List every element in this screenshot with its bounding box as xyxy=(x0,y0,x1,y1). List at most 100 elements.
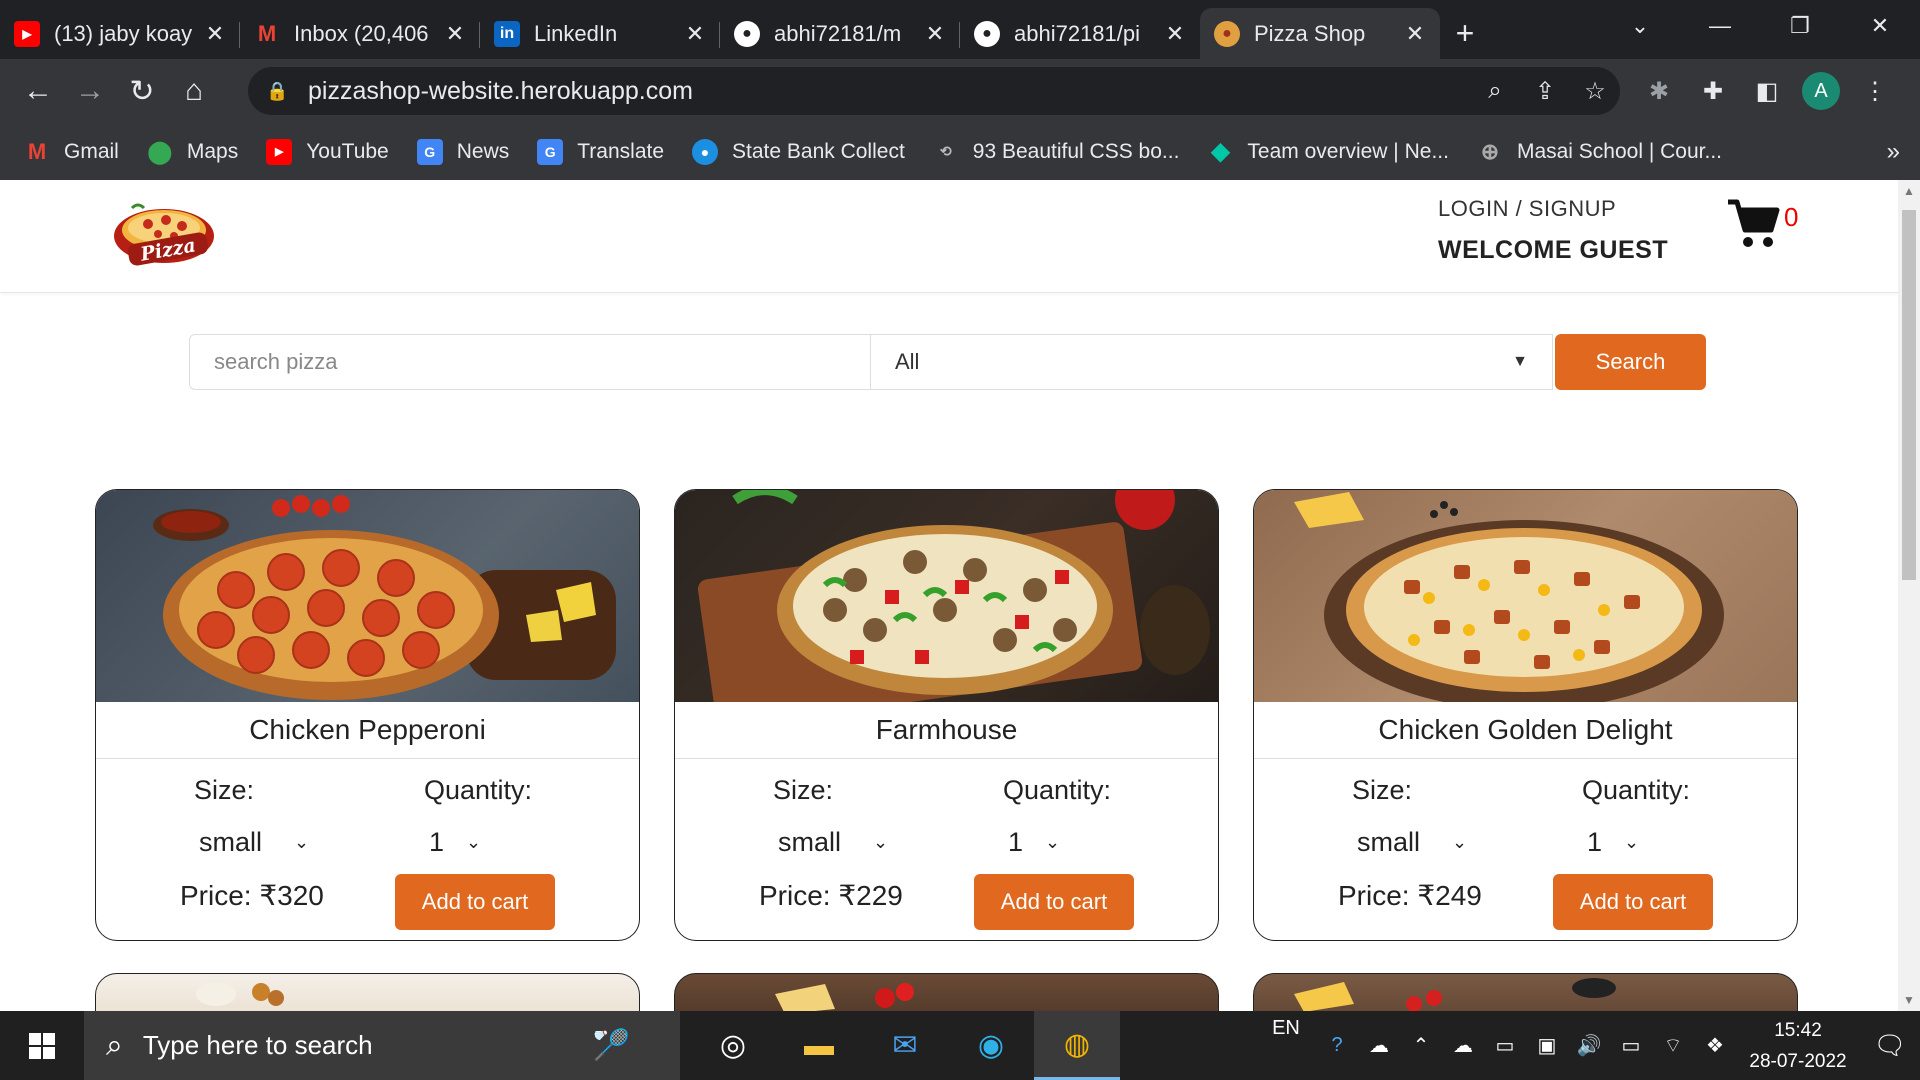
search-bar: All ▼ Search xyxy=(189,334,1706,390)
bookmark-sbi[interactable]: ● State Bank Collect xyxy=(692,138,905,165)
zoom-icon[interactable]: ⌕ xyxy=(1470,77,1520,105)
scroll-down-icon[interactable]: ▼ xyxy=(1898,993,1920,1007)
extensions-icon[interactable]: ✚ xyxy=(1686,67,1740,115)
chevron-down-icon: ⌄ xyxy=(1452,832,1468,852)
star-icon[interactable]: ☆ xyxy=(1570,77,1620,106)
scroll-thumb[interactable] xyxy=(1902,210,1916,580)
tab-gmail[interactable]: M Inbox (20,406 ✕ xyxy=(240,8,480,59)
dropbox-icon[interactable]: ❖ xyxy=(1694,1033,1736,1058)
scroll-up-icon[interactable]: ▲ xyxy=(1898,184,1920,198)
page-scrollbar[interactable]: ▲ ▼ xyxy=(1898,180,1920,1011)
add-to-cart-button[interactable]: Add to cart xyxy=(1553,874,1713,930)
pizza-image xyxy=(675,490,1218,702)
quantity-label: Quantity: xyxy=(1582,775,1691,805)
close-icon[interactable]: ✕ xyxy=(684,21,706,47)
close-icon[interactable]: ✕ xyxy=(1164,21,1186,47)
volume-icon[interactable]: 🔊 xyxy=(1568,1033,1610,1058)
quantity-label: Quantity: xyxy=(424,775,533,805)
search-input[interactable] xyxy=(189,334,871,390)
taskbar-search[interactable]: ⌕ Type here to search 🏸 xyxy=(84,1011,680,1080)
search-button[interactable]: Search xyxy=(1555,334,1706,390)
file-explorer-icon[interactable]: ▬ xyxy=(776,1011,862,1080)
bookmark-maps[interactable]: ⬤ Maps xyxy=(147,139,239,165)
tab-search-icon[interactable]: ⌄ xyxy=(1600,0,1680,52)
pizza-icon: ● xyxy=(1214,20,1240,47)
bookmark-css[interactable]: ⟲ 93 Beautiful CSS bo... xyxy=(933,139,1180,165)
globe-icon: ⊕ xyxy=(1480,138,1500,164)
cart-button[interactable]: 0 xyxy=(1726,196,1798,250)
edge-icon[interactable]: ◉ xyxy=(948,1011,1034,1080)
size-select[interactable]: small ⌄ xyxy=(199,827,309,858)
close-icon[interactable]: ✕ xyxy=(1404,21,1426,47)
close-icon[interactable]: ✕ xyxy=(444,21,466,47)
battery-icon[interactable]: ▭ xyxy=(1610,1033,1652,1058)
extension-bug-icon[interactable]: ✱ xyxy=(1632,67,1686,115)
quantity-select[interactable]: 1 ⌄ xyxy=(429,827,481,858)
profile-avatar[interactable]: A xyxy=(1802,72,1840,110)
chrome-icon[interactable]: ◍ xyxy=(1034,1011,1120,1080)
language-indicator[interactable]: EN xyxy=(1256,1017,1316,1040)
category-select[interactable]: All ▼ xyxy=(871,334,1553,390)
side-panel-icon[interactable]: ◧ xyxy=(1740,67,1794,115)
share-icon[interactable]: ⇪ xyxy=(1520,77,1570,106)
add-to-cart-button[interactable]: Add to cart xyxy=(974,874,1134,930)
tab-github-1[interactable]: ● abhi72181/m ✕ xyxy=(720,8,960,59)
site-header: Pizza LOGIN / SIGNUP WELCOME GUEST 0 xyxy=(0,180,1920,293)
tab-title: Pizza Shop xyxy=(1254,20,1366,46)
clock-date: 28-07-2022 xyxy=(1749,1050,1847,1072)
maximize-button[interactable]: ❐ xyxy=(1760,0,1840,52)
meet-icon[interactable]: ▭ xyxy=(1484,1033,1526,1058)
tab-youtube[interactable]: ▶ (13) jaby koay ✕ xyxy=(0,8,240,59)
pizza-logo[interactable]: Pizza xyxy=(110,200,222,272)
close-window-button[interactable]: ✕ xyxy=(1840,0,1920,52)
tab-pizza-shop[interactable]: ● Pizza Shop ✕ xyxy=(1200,8,1440,59)
more-bookmarks-icon[interactable]: » xyxy=(1887,138,1900,166)
menu-icon[interactable]: ⋮ xyxy=(1848,67,1902,115)
add-to-cart-button[interactable]: Add to cart xyxy=(395,874,555,930)
cart-count: 0 xyxy=(1784,202,1799,232)
chevron-up-icon[interactable]: ⌃ xyxy=(1400,1033,1442,1058)
size-select[interactable]: small ⌄ xyxy=(1357,827,1467,858)
task-view-icon[interactable]: ◎ xyxy=(690,1011,776,1080)
reload-icon[interactable]: ↻ xyxy=(116,65,168,117)
search-highlight-icon[interactable]: 🏸 xyxy=(593,1028,630,1063)
omnibox[interactable]: 🔒 pizzashop-website.herokuapp.com ⌕ ⇪ ☆ xyxy=(248,67,1620,115)
bookmark-news[interactable]: G News xyxy=(416,138,509,165)
cloud-icon[interactable]: ☁ xyxy=(1442,1033,1484,1058)
bookmark-label: Team overview | Ne... xyxy=(1247,139,1449,163)
bookmark-masai[interactable]: ⊕ Masai School | Cour... xyxy=(1477,139,1722,165)
new-tab-button[interactable]: + xyxy=(1440,8,1490,59)
chevron-down-icon: ⌄ xyxy=(873,832,889,852)
youtube-icon: ▶ xyxy=(14,20,40,47)
minimize-button[interactable]: — xyxy=(1680,0,1760,52)
mail-icon[interactable]: ✉ xyxy=(862,1011,948,1080)
bookmark-team[interactable]: ◆ Team overview | Ne... xyxy=(1207,138,1449,165)
bookmark-translate[interactable]: G Translate xyxy=(537,138,664,165)
window-controls: ⌄ — ❐ ✕ xyxy=(1600,0,1920,52)
notification-icon[interactable]: 🗨 xyxy=(1860,1030,1920,1061)
product-options: Size: Quantity: small ⌄ 1 ⌄ Price: ₹229 Ad… xyxy=(675,759,1218,939)
tab-linkedin[interactable]: in LinkedIn ✕ xyxy=(480,8,720,59)
login-signup-link[interactable]: LOGIN / SIGNUP xyxy=(1438,196,1668,222)
help-icon[interactable]: ? xyxy=(1316,1034,1358,1057)
bookmark-youtube[interactable]: ▶ YouTube xyxy=(266,138,389,165)
bookmark-gmail[interactable]: M Gmail xyxy=(24,139,119,165)
close-icon[interactable]: ✕ xyxy=(204,21,226,47)
tab-github-2[interactable]: ● abhi72181/pi ✕ xyxy=(960,8,1200,59)
onedrive-icon[interactable]: ☁ xyxy=(1358,1033,1400,1058)
close-icon[interactable]: ✕ xyxy=(924,21,946,47)
bookmark-label: State Bank Collect xyxy=(732,139,905,163)
quantity-select[interactable]: 1 ⌄ xyxy=(1008,827,1060,858)
product-card-partial xyxy=(674,973,1219,1011)
clock[interactable]: 15:42 28-07-2022 xyxy=(1736,1015,1860,1077)
chevron-down-icon: ▼ xyxy=(1512,353,1528,370)
url-text[interactable]: pizzashop-website.herokuapp.com xyxy=(308,77,1470,106)
quantity-select[interactable]: 1 ⌄ xyxy=(1587,827,1639,858)
back-icon[interactable]: ← xyxy=(12,65,64,117)
start-button[interactable] xyxy=(0,1011,84,1080)
wifi-icon[interactable]: ⌔ xyxy=(1652,1033,1694,1058)
display-icon[interactable]: ▣ xyxy=(1526,1033,1568,1058)
size-select[interactable]: small ⌄ xyxy=(778,827,888,858)
home-icon[interactable]: ⌂ xyxy=(168,65,220,117)
forward-icon[interactable]: → xyxy=(64,65,116,117)
